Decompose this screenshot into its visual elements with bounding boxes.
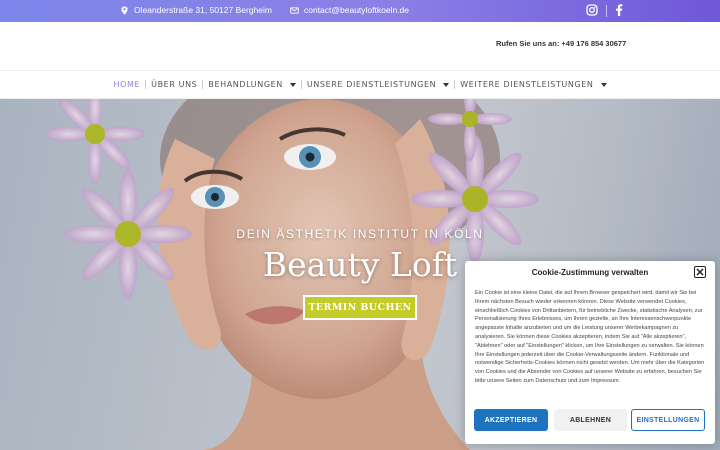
social-divider <box>606 5 607 17</box>
hero-tagline: DEIN ÄSTHETIK INSTITUT IN KÖLN <box>236 227 484 241</box>
instagram-icon[interactable] <box>586 4 598 18</box>
nav-label: ÜBER UNS <box>151 80 198 89</box>
chevron-down-icon <box>443 82 450 87</box>
nav-label: HOME <box>113 80 141 89</box>
contact-info: Oleanderstraße 31, 50127 Bergheim contac… <box>120 5 409 15</box>
main-navigation: HOME ÜBER UNS BEHANDLUNGEN UNSERE DIENST… <box>0 70 720 99</box>
social-links <box>586 4 623 18</box>
cookie-consent-dialog: Cookie-Zustimmung verwalten Ein Cookie i… <box>465 261 715 444</box>
address-text: Oleanderstraße 31, 50127 Bergheim <box>134 5 272 15</box>
email-link[interactable]: contact@beautyloftkoeln.de <box>304 5 409 15</box>
email-item[interactable]: contact@beautyloftkoeln.de <box>290 5 409 15</box>
address-item: Oleanderstraße 31, 50127 Bergheim <box>120 5 272 15</box>
cookie-dialog-text: Ein Cookie ist eine kleine Datei, die au… <box>475 290 705 384</box>
nav-label: BEHANDLUNGEN <box>208 80 283 89</box>
nav-item-unsere-dienstleistungen[interactable]: UNSERE DIENSTLEISTUNGEN <box>302 80 454 89</box>
nav-label: WEITERE DIENSTLEISTUNGEN <box>460 80 594 89</box>
decline-cookies-button[interactable]: ABLEHNEN <box>554 409 627 431</box>
cookie-dialog-title: Cookie-Zustimmung verwalten <box>531 268 649 277</box>
map-pin-icon <box>120 5 129 15</box>
nav-item-behandlungen[interactable]: BEHANDLUNGEN <box>203 80 301 89</box>
cookie-settings-button[interactable]: EINSTELLUNGEN <box>631 409 705 431</box>
book-appointment-button[interactable]: TERMIN BUCHEN <box>303 295 417 320</box>
close-icon[interactable] <box>694 266 706 278</box>
chevron-down-icon <box>600 82 607 87</box>
nav-item-ueber-uns[interactable]: ÜBER UNS <box>146 80 202 89</box>
nav-label: UNSERE DIENSTLEISTUNGEN <box>306 80 437 89</box>
mail-icon <box>290 6 299 15</box>
nav-item-home[interactable]: HOME <box>108 80 145 89</box>
accept-cookies-button[interactable]: AKZEPTIEREN <box>474 409 548 431</box>
phone-number[interactable]: Rufen Sie uns an: +49 176 854 30677 <box>496 39 626 48</box>
site-header: Rufen Sie uns an: +49 176 854 30677 <box>0 22 720 70</box>
nav-item-weitere-dienstleistungen[interactable]: WEITERE DIENSTLEISTUNGEN <box>455 80 611 89</box>
top-bar: Oleanderstraße 31, 50127 Bergheim contac… <box>0 0 720 22</box>
chevron-down-icon <box>289 82 296 87</box>
facebook-icon[interactable] <box>615 4 623 18</box>
